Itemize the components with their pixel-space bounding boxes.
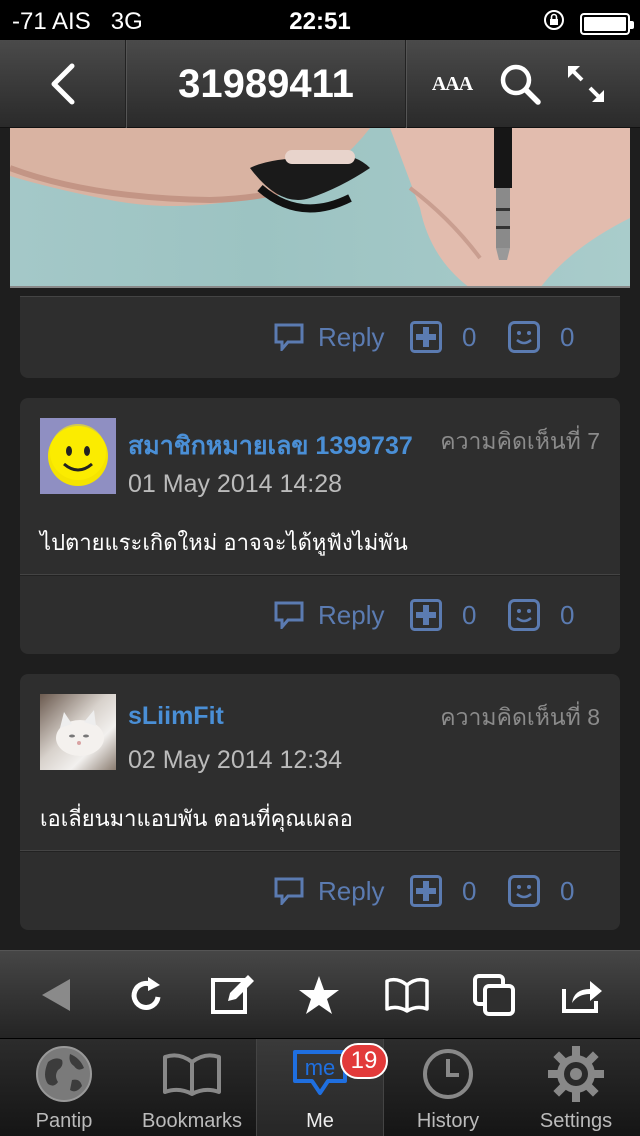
- open-book-icon: [385, 977, 429, 1013]
- tab-settings[interactable]: Settings: [512, 1039, 640, 1136]
- svg-text:me: me: [305, 1055, 336, 1080]
- triangle-left-icon: [42, 979, 70, 1011]
- copy-icon: [473, 974, 515, 1016]
- emotion-count: 0: [560, 875, 575, 906]
- emotion-button[interactable]: [508, 575, 540, 655]
- copy-button[interactable]: [462, 951, 526, 1039]
- author-name[interactable]: สมาชิกหมายเลข 1399737: [128, 426, 413, 466]
- comment-date: 01 May 2014 14:28: [128, 470, 343, 498]
- book-icon: [163, 1053, 221, 1096]
- plus-box-icon: [410, 875, 442, 907]
- emotion-count: 0: [560, 321, 575, 352]
- expand-icon: [568, 66, 604, 102]
- comment-body: เอเลี่ยนมาแอบพัน ตอนที่คุณเผลอ: [40, 806, 353, 831]
- avatar[interactable]: [40, 418, 116, 494]
- reply-label: Reply: [318, 875, 385, 906]
- plus-count: 0: [462, 875, 477, 906]
- compose-icon: [211, 975, 254, 1014]
- plus-button[interactable]: [410, 851, 442, 931]
- comment-number: ความคิดเห็นที่ 7: [440, 428, 600, 454]
- notification-badge: 19: [340, 1043, 388, 1079]
- back-button[interactable]: [0, 40, 126, 128]
- plus-box-icon: [410, 321, 442, 353]
- author-name[interactable]: sLiimFit: [128, 702, 224, 731]
- smiley-icon: [508, 875, 540, 907]
- search-icon: [500, 64, 541, 105]
- plus-button[interactable]: [410, 297, 442, 377]
- share-button[interactable]: [550, 951, 614, 1039]
- search-button[interactable]: [490, 40, 550, 128]
- comment-card: sLiimFit ความคิดเห็นที่ 8 02 May 2014 12…: [20, 674, 620, 930]
- clock-icon: [423, 1049, 473, 1099]
- avatar[interactable]: [40, 694, 116, 770]
- comment-actions: Reply 0 0: [20, 850, 620, 930]
- share-icon: [562, 981, 602, 1013]
- smiley-icon: [508, 599, 540, 631]
- speech-bubble-icon: [274, 323, 304, 351]
- navigation-bar: 31989411 AAA: [0, 40, 640, 128]
- font-size-icon: AAA: [431, 72, 473, 95]
- globe-icon: [36, 1046, 92, 1102]
- fullscreen-button[interactable]: [556, 40, 616, 128]
- comment-number: ความคิดเห็นที่ 8: [440, 704, 600, 730]
- star-icon: [299, 976, 339, 1014]
- refresh-button[interactable]: [114, 951, 178, 1039]
- emotion-count: 0: [560, 599, 575, 630]
- comments-scroll-area[interactable]: Reply 0 0 สมาชิกหมายเลข 1399737 ความคิดเ…: [0, 128, 640, 950]
- plus-box-icon: [410, 599, 442, 631]
- tab-label: Settings: [539, 1110, 613, 1132]
- tab-pantip[interactable]: Pantip: [0, 1039, 128, 1136]
- favorite-button[interactable]: [287, 951, 351, 1039]
- plus-count: 0: [462, 599, 477, 630]
- reply-label: Reply: [318, 321, 385, 352]
- compose-button[interactable]: [200, 951, 264, 1039]
- speech-bubble-icon: [274, 601, 304, 629]
- speech-bubble-icon: [274, 877, 304, 905]
- post-photo: [10, 128, 630, 288]
- battery-icon: [580, 12, 634, 35]
- font-size-button[interactable]: AAA: [422, 40, 482, 128]
- chevron-left-icon: [51, 63, 74, 105]
- back-arrow-button[interactable]: [24, 951, 88, 1039]
- comment-body: ไปตายแระเกิดใหม่ อาจจะได้หูฟังไม่พัน: [40, 530, 408, 555]
- refresh-icon: [131, 977, 161, 1010]
- comment-card: สมาชิกหมายเลข 1399737 ความคิดเห็นที่ 7 0…: [20, 398, 620, 654]
- plus-count: 0: [462, 321, 477, 352]
- tab-label: History: [416, 1110, 480, 1132]
- tab-bookmarks[interactable]: Bookmarks: [128, 1039, 256, 1136]
- comment-date: 02 May 2014 12:34: [128, 746, 343, 774]
- rotation-lock-icon: [542, 8, 566, 39]
- smiley-icon: [508, 321, 540, 353]
- browser-toolbar: [0, 950, 640, 1038]
- tab-label: Pantip: [35, 1110, 93, 1132]
- tab-history[interactable]: History: [384, 1039, 512, 1136]
- tab-me[interactable]: me 19 Me: [256, 1039, 388, 1136]
- reply-button[interactable]: Reply: [274, 575, 384, 655]
- comment-actions: Reply 0 0: [20, 574, 620, 654]
- reading-button[interactable]: [375, 951, 439, 1039]
- gear-icon: [548, 1046, 604, 1102]
- reply-label: Reply: [318, 599, 385, 630]
- reply-button[interactable]: Reply: [274, 297, 384, 377]
- topic-title: 31989411: [178, 62, 354, 106]
- plus-button[interactable]: [410, 575, 442, 655]
- emotion-button[interactable]: [508, 851, 540, 931]
- tab-label: Bookmarks: [141, 1110, 243, 1132]
- reply-button[interactable]: Reply: [274, 851, 384, 931]
- previous-comment-card: Reply 0 0: [20, 296, 620, 378]
- emotion-button[interactable]: [508, 297, 540, 377]
- tab-label: Me: [306, 1110, 334, 1132]
- tab-bar: Pantip Bookmarks me 19 Me History Settin…: [0, 1038, 640, 1136]
- status-bar: -71 AIS 3G 22:51: [0, 0, 640, 40]
